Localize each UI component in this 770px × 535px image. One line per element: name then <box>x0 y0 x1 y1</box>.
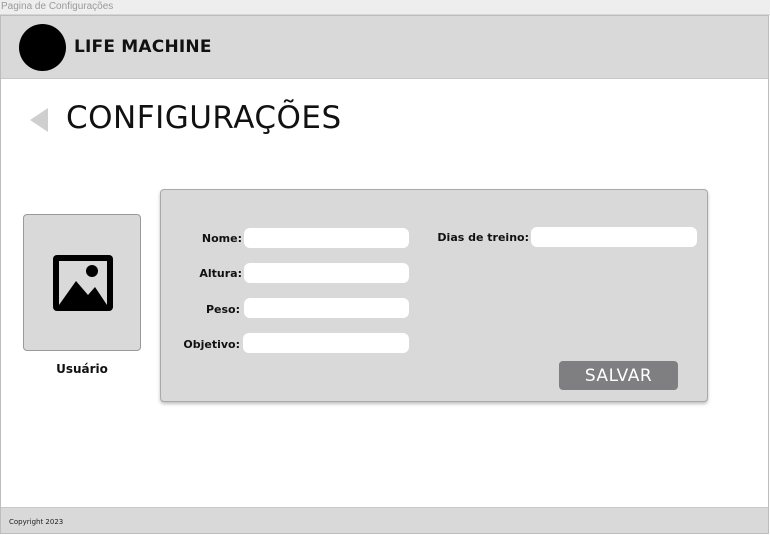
height-field[interactable] <box>244 263 409 283</box>
copyright-text: Copyright 2023 <box>9 518 64 526</box>
name-field[interactable] <box>244 228 409 248</box>
user-label: Usuário <box>56 362 108 376</box>
page-title: CONFIGURAÇÕES <box>66 100 342 136</box>
footer: Copyright 2023 <box>1 507 768 534</box>
avatar[interactable] <box>23 214 141 351</box>
back-arrow-icon[interactable] <box>30 108 48 132</box>
name-label: Nome: <box>201 232 242 245</box>
weight-label: Peso: <box>205 303 240 316</box>
goal-label: Objetivo: <box>183 338 240 351</box>
training-days-label: Dias de treino: <box>437 231 529 244</box>
weight-field[interactable] <box>244 298 409 318</box>
image-placeholder-icon <box>53 255 113 311</box>
save-button[interactable]: SALVAR <box>559 361 678 390</box>
window-title: Pagina de Configurações <box>0 0 770 15</box>
brand-name: LIFE MACHINE <box>74 37 212 57</box>
training-days-field[interactable] <box>531 227 697 247</box>
goal-field[interactable] <box>243 333 409 353</box>
app-header: LIFE MACHINE <box>1 16 768 79</box>
logo-icon <box>19 24 66 71</box>
height-label: Altura: <box>199 267 242 280</box>
settings-form: Nome: Altura: Peso: Objetivo: Dias de tr… <box>160 189 708 402</box>
